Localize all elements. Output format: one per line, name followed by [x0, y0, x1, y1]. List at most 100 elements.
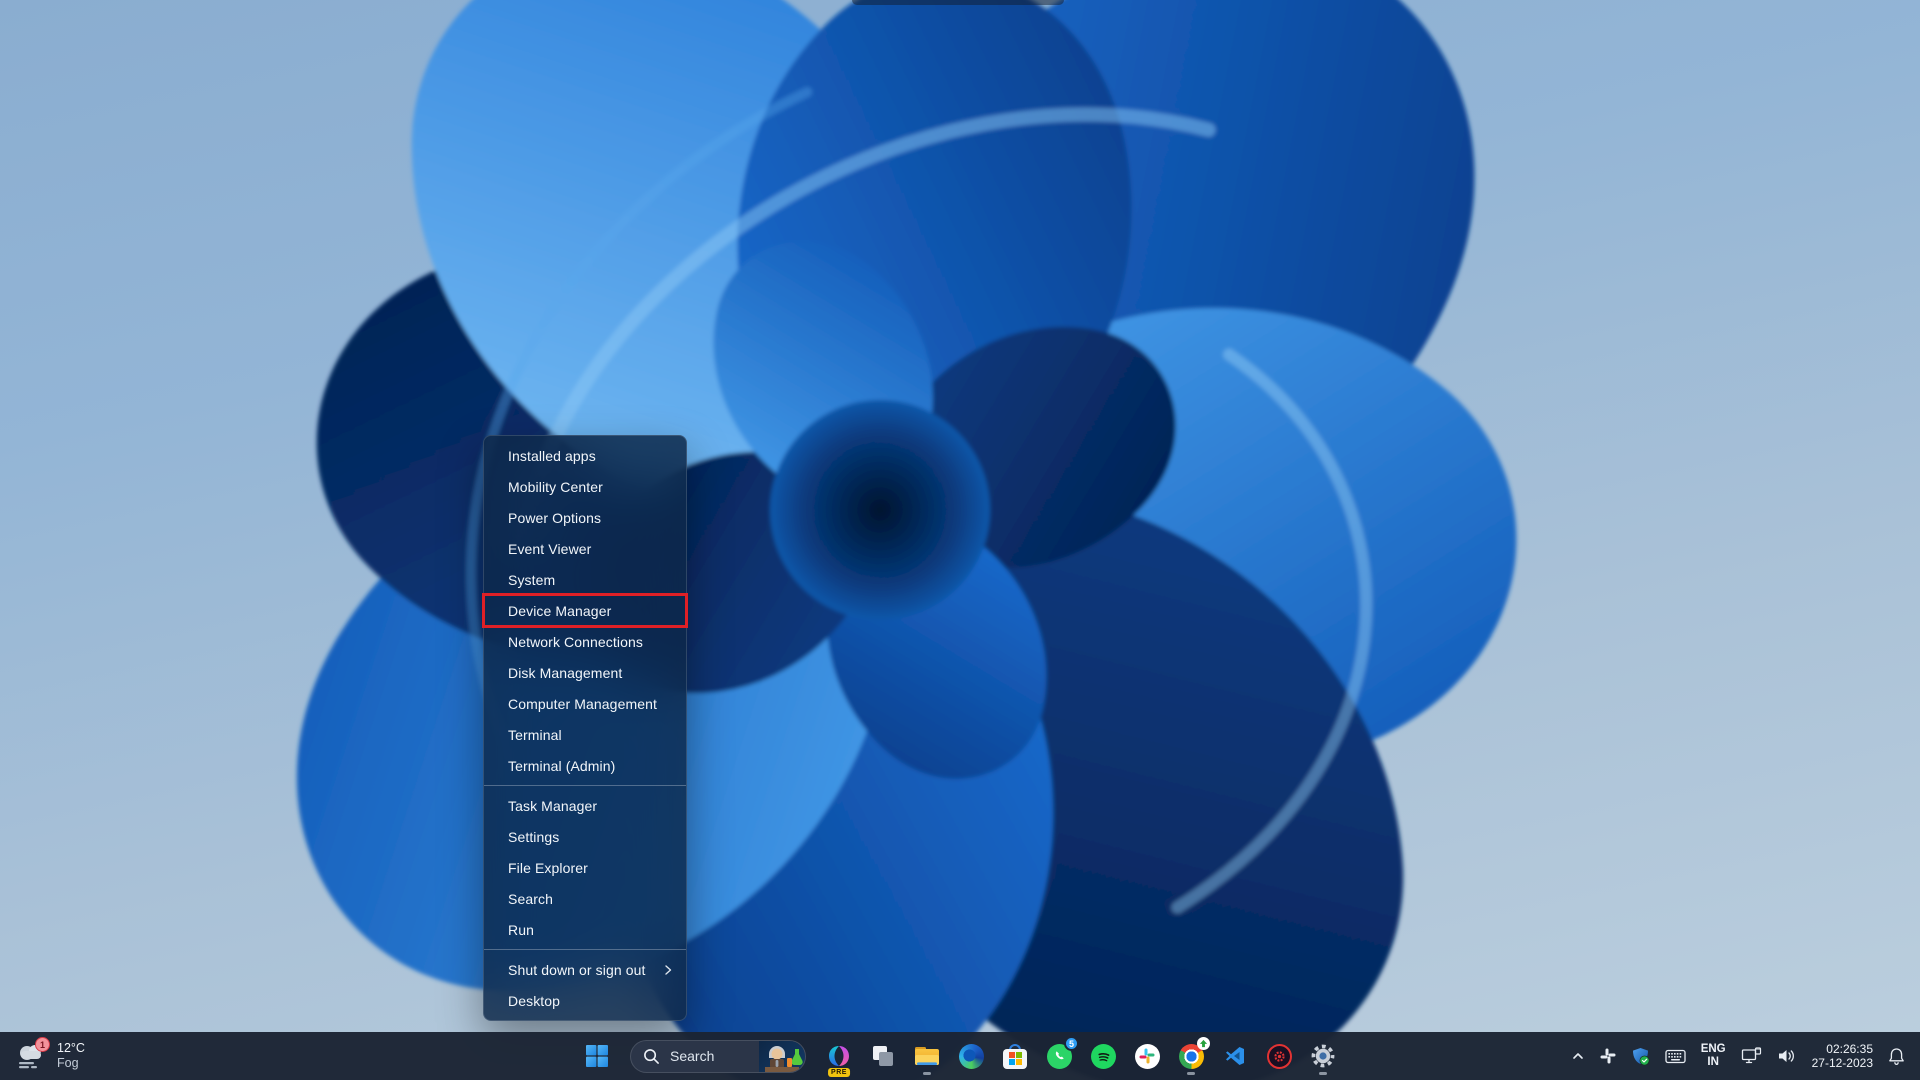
- windows-logo-icon: [586, 1045, 608, 1067]
- language-indicator[interactable]: ENG IN: [1696, 1036, 1731, 1076]
- screen-camera-notch: [852, 0, 1064, 5]
- menu-item-terminal-admin[interactable]: Terminal (Admin): [484, 750, 686, 781]
- system-tray: ENG IN 02:26:35 27-12-2023: [1566, 1032, 1920, 1080]
- spotify-button[interactable]: [1082, 1035, 1124, 1077]
- start-button[interactable]: [576, 1035, 618, 1077]
- running-indicator: [1319, 1072, 1327, 1075]
- microsoft-store-button[interactable]: [994, 1035, 1036, 1077]
- menu-item-label: Terminal (Admin): [508, 757, 616, 774]
- menu-item-shut-down-or-sign-out[interactable]: Shut down or sign out: [484, 954, 686, 985]
- menu-item-label: Terminal: [508, 726, 562, 743]
- edge-icon: [958, 1043, 984, 1069]
- menu-separator: [484, 949, 686, 950]
- search-box[interactable]: Search: [630, 1039, 806, 1073]
- search-highlight-image: [759, 1040, 805, 1072]
- menu-item-system[interactable]: System: [484, 564, 686, 595]
- menu-item-file-explorer[interactable]: File Explorer: [484, 852, 686, 883]
- windows-security-tray-button[interactable]: [1626, 1036, 1655, 1076]
- language-code: ENG: [1700, 1043, 1726, 1055]
- menu-item-label: Shut down or sign out: [508, 961, 646, 978]
- menu-item-label: File Explorer: [508, 859, 588, 876]
- menu-item-label: Settings: [508, 828, 560, 845]
- chrome-update-badge: [1197, 1037, 1210, 1050]
- menu-item-label: System: [508, 571, 556, 588]
- menu-item-label: Mobility Center: [508, 478, 603, 495]
- menu-item-installed-apps[interactable]: Installed apps: [484, 440, 686, 471]
- menu-item-terminal[interactable]: Terminal: [484, 719, 686, 750]
- menu-item-network-connections[interactable]: Network Connections: [484, 626, 686, 657]
- tray-overflow-button[interactable]: [1566, 1036, 1590, 1076]
- menu-item-label: Task Manager: [508, 797, 598, 814]
- slack-mono-icon: [1600, 1048, 1616, 1064]
- menu-item-label: Desktop: [508, 992, 561, 1009]
- bell-icon: [1889, 1047, 1904, 1065]
- tray-date: 27-12-2023: [1811, 1056, 1873, 1070]
- settings-gear-icon: [1311, 1044, 1335, 1068]
- menu-item-power-options[interactable]: Power Options: [484, 502, 686, 533]
- whatsapp-unread-badge: 5: [1064, 1036, 1079, 1051]
- desktop[interactable]: Installed apps Mobility Center Power Optio…: [0, 0, 1920, 1080]
- vscode-icon: [1226, 1047, 1244, 1065]
- file-explorer-icon: [915, 1047, 939, 1065]
- menu-item-mobility-center[interactable]: Mobility Center: [484, 471, 686, 502]
- menu-item-label: Device Manager: [508, 602, 612, 619]
- whatsapp-button[interactable]: 5: [1038, 1035, 1080, 1077]
- taskbar: 1 12°C Fog Search PRE 5 ENG IN 02:26:35 …: [0, 1032, 1920, 1080]
- menu-item-label: Network Connections: [508, 633, 643, 650]
- menu-item-settings[interactable]: Settings: [484, 821, 686, 852]
- speaker-icon: [1778, 1050, 1794, 1062]
- wallpaper-bloom-image: [190, 0, 1597, 1080]
- keyboard-icon: [1665, 1049, 1686, 1063]
- menu-item-task-manager[interactable]: Task Manager: [484, 790, 686, 821]
- menu-item-desktop[interactable]: Desktop: [484, 985, 686, 1016]
- volume-tray-button[interactable]: [1772, 1036, 1802, 1076]
- chevron-right-icon: [665, 964, 672, 975]
- search-icon: [644, 1048, 659, 1064]
- slack-icon: [1134, 1043, 1160, 1069]
- red-circular-app-button[interactable]: [1258, 1035, 1300, 1077]
- weather-condition: Fog: [57, 1056, 79, 1070]
- vscode-button[interactable]: [1214, 1035, 1256, 1077]
- settings-button[interactable]: [1302, 1035, 1344, 1077]
- menu-item-computer-management[interactable]: Computer Management: [484, 688, 686, 719]
- slack-button[interactable]: [1126, 1035, 1168, 1077]
- file-explorer-button[interactable]: [906, 1035, 948, 1077]
- weather-widget[interactable]: 1 12°C Fog: [0, 1032, 99, 1080]
- menu-item-label: Disk Management: [508, 664, 623, 681]
- menu-item-label: Computer Management: [508, 695, 657, 712]
- clock-widget[interactable]: 02:26:35 27-12-2023: [1807, 1036, 1878, 1076]
- menu-item-label: Power Options: [508, 509, 602, 526]
- weather-alert-badge: 1: [35, 1037, 50, 1052]
- copilot-preview-badge: PRE: [828, 1068, 850, 1077]
- security-shield-icon: [1632, 1047, 1650, 1065]
- spotify-icon: [1090, 1043, 1116, 1069]
- winx-menu: Installed apps Mobility Center Power Optio…: [482, 435, 688, 1021]
- copilot-button[interactable]: PRE: [818, 1035, 860, 1077]
- network-tray-button[interactable]: [1736, 1036, 1767, 1076]
- menu-item-event-viewer[interactable]: Event Viewer: [484, 533, 686, 564]
- running-indicator: [923, 1072, 931, 1075]
- menu-item-search[interactable]: Search: [484, 883, 686, 914]
- red-gear-app-icon: [1266, 1043, 1292, 1069]
- copilot-icon: [829, 1046, 849, 1066]
- chrome-button[interactable]: [1170, 1035, 1212, 1077]
- taskbar-center: Search PRE 5: [576, 1035, 1344, 1077]
- search-placeholder: Search: [670, 1048, 715, 1064]
- notifications-button[interactable]: [1883, 1036, 1910, 1076]
- menu-item-label: Installed apps: [508, 447, 596, 464]
- menu-item-disk-management[interactable]: Disk Management: [484, 657, 686, 688]
- menu-item-label: Run: [508, 921, 534, 938]
- chevron-up-icon: [1572, 1053, 1583, 1059]
- task-view-button[interactable]: [862, 1035, 904, 1077]
- task-view-icon: [873, 1046, 893, 1066]
- edge-button[interactable]: [950, 1035, 992, 1077]
- microsoft-store-icon: [1003, 1043, 1027, 1069]
- slack-tray-button[interactable]: [1595, 1036, 1621, 1076]
- menu-item-run[interactable]: Run: [484, 914, 686, 945]
- menu-item-device-manager[interactable]: Device Manager: [482, 593, 688, 628]
- ethernet-network-icon: [1741, 1047, 1761, 1064]
- language-region: IN: [1707, 1056, 1719, 1068]
- menu-item-label: Search: [508, 890, 553, 907]
- touch-keyboard-button[interactable]: [1660, 1036, 1691, 1076]
- menu-separator: [484, 785, 686, 786]
